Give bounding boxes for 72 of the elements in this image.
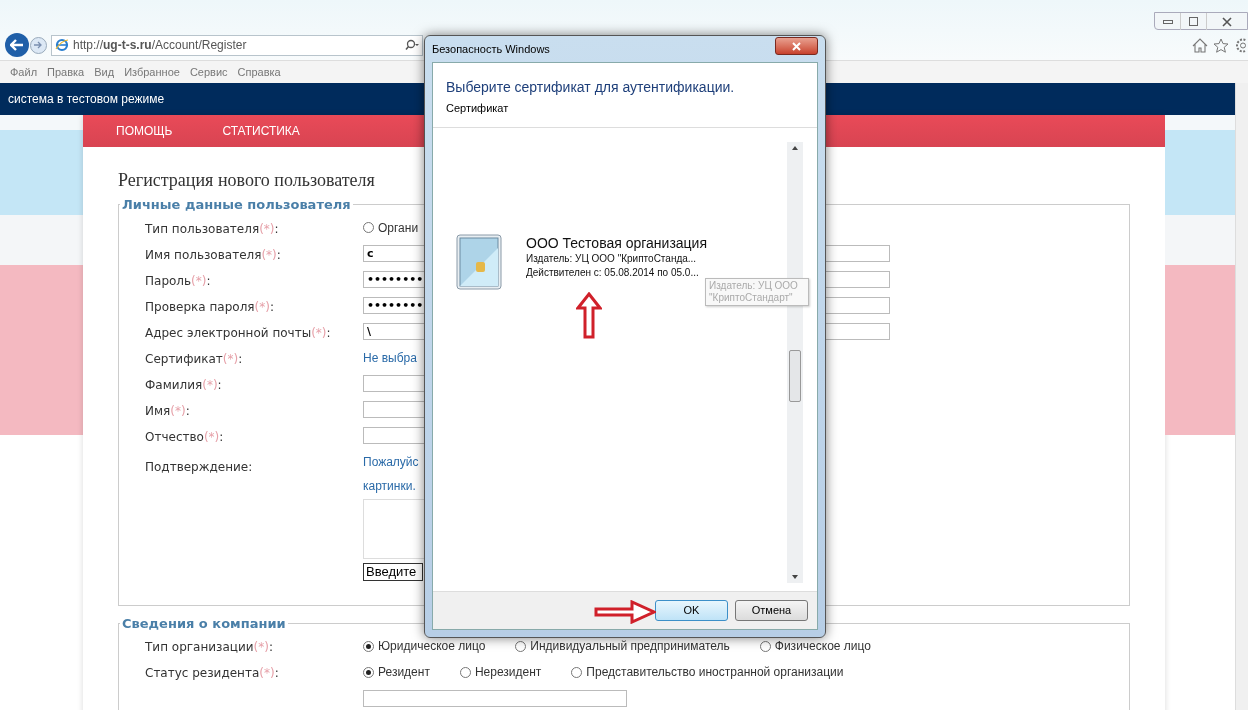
field-label: Фамилия(*): bbox=[145, 376, 223, 394]
radio-label: Юридическое лицо bbox=[378, 638, 486, 655]
radio-button[interactable] bbox=[759, 640, 771, 652]
browser-logo-icon bbox=[55, 38, 69, 52]
field-label: Статус резидента(*): bbox=[145, 665, 280, 682]
field-label: Имя пользователя(*): bbox=[145, 246, 282, 264]
close-icon bbox=[792, 41, 801, 51]
menu-item[interactable]: Справка bbox=[237, 63, 281, 81]
field-label: Тип пользователя(*): bbox=[145, 220, 280, 238]
certificate-name: ООО Тестовая организация bbox=[526, 233, 708, 252]
field-label: Адрес электронной почты(*): bbox=[145, 324, 332, 342]
dialog-title: Безопасность Windows bbox=[432, 41, 550, 57]
field-label: Проверка пароля(*): bbox=[145, 298, 275, 316]
address-text: http://ug-t-s.ru/Account/Register bbox=[73, 37, 248, 54]
section-title: Личные данные пользователя bbox=[121, 196, 352, 214]
captcha-instruction: картинки. bbox=[363, 477, 417, 495]
field-label: Тип организации(*): bbox=[145, 639, 274, 656]
radio-button[interactable] bbox=[571, 666, 583, 678]
field-label: Сертификат(*): bbox=[145, 350, 244, 368]
field-label: Пароль(*): bbox=[145, 272, 212, 290]
certificate-issuer: Издатель: УЦ ООО "КриптоСтанда... bbox=[526, 251, 698, 266]
search-icon[interactable] bbox=[405, 39, 419, 51]
radio-label: Представительство иностранной организации bbox=[586, 664, 844, 681]
address-bar[interactable]: http://ug-t-s.ru/Account/Register bbox=[51, 34, 423, 56]
section-title: Сведения о компании bbox=[121, 614, 287, 633]
dialog-subheading: Сертификат bbox=[446, 101, 510, 116]
menu-item[interactable]: Сервис bbox=[189, 63, 228, 81]
menu-item[interactable]: Файл bbox=[10, 63, 38, 81]
certificate-link[interactable]: Не выбра bbox=[363, 348, 417, 367]
forward-arrow-icon bbox=[34, 41, 43, 49]
scroll-up-icon[interactable] bbox=[792, 145, 798, 150]
back-arrow-icon bbox=[10, 39, 24, 51]
settings-icon[interactable] bbox=[1234, 37, 1246, 53]
captcha-instruction: Пожалуйс bbox=[363, 453, 420, 471]
star-icon[interactable] bbox=[1213, 37, 1229, 53]
scroll-down-icon[interactable] bbox=[792, 575, 798, 579]
nav-link[interactable]: СТАТИСТИКА bbox=[222, 122, 300, 140]
radio-label: Нерезидент bbox=[474, 664, 542, 681]
right-arrow-annotation bbox=[594, 600, 656, 624]
certificate-item[interactable]: ООО Тестовая организация Издатель: УЦ ООО "КриптоСтанда... Действителен с: 05.08.2014 по 05.0... bbox=[456, 233, 708, 290]
tooltip: Издатель: УЦ ООО "КриптоСтандарт" bbox=[705, 278, 809, 306]
nav-link[interactable]: ПОМОЩЬ bbox=[116, 122, 173, 140]
certificate-validity: Действителен с: 05.08.2014 по 05.0... bbox=[526, 265, 700, 279]
captcha-input[interactable]: Введите bbox=[363, 562, 423, 581]
scrollbar[interactable] bbox=[1235, 83, 1248, 710]
field-label: Имя(*): bbox=[145, 402, 191, 420]
menu-item[interactable]: Избранное bbox=[124, 63, 180, 81]
text-input[interactable] bbox=[363, 689, 627, 707]
smart-card-icon bbox=[456, 233, 502, 290]
up-arrow-annotation bbox=[576, 292, 602, 339]
radio-button[interactable] bbox=[459, 666, 471, 678]
dialog-close-button[interactable] bbox=[775, 37, 818, 55]
radio-button[interactable] bbox=[363, 222, 374, 233]
radio-button[interactable] bbox=[515, 640, 527, 652]
radio-label: Органи bbox=[378, 219, 419, 237]
forward-button[interactable] bbox=[30, 36, 47, 54]
back-button[interactable] bbox=[5, 33, 29, 57]
radio-label: Физическое лицо bbox=[774, 638, 871, 655]
page-title: Регистрация нового пользователя bbox=[118, 169, 376, 191]
menu-item[interactable]: Правка bbox=[47, 63, 85, 81]
radio-button[interactable] bbox=[363, 640, 374, 652]
radio-label: Резидент bbox=[378, 664, 430, 681]
menu-item[interactable]: Вид bbox=[94, 63, 115, 81]
field-label: Отчество(*): bbox=[145, 428, 225, 446]
field-label: Подтверждение: bbox=[145, 458, 254, 476]
radio-button[interactable] bbox=[363, 666, 374, 678]
close-icon bbox=[1222, 16, 1232, 27]
scroll-thumb[interactable] bbox=[789, 349, 801, 402]
home-icon[interactable] bbox=[1192, 37, 1208, 53]
dialog-button[interactable]: OK bbox=[655, 600, 728, 621]
radio-label: Индивидуальный предприниматель bbox=[530, 638, 730, 655]
dialog-button[interactable]: Отмена bbox=[735, 600, 808, 621]
